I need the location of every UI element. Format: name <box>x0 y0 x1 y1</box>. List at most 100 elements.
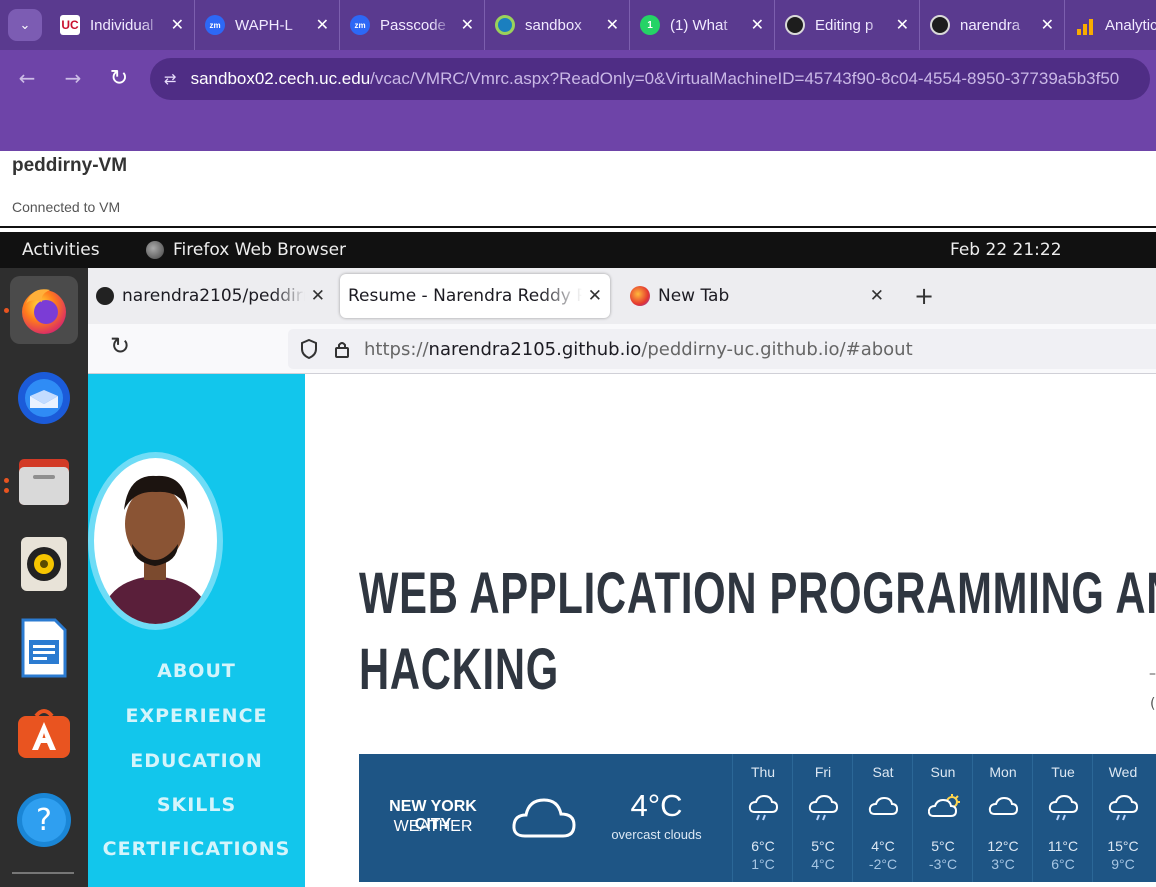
forecast-day: Sat 4°C -2°C <box>852 754 912 882</box>
page-title: WEB APPLICATION PROGRAMMING AND HACKING <box>359 561 1156 702</box>
close-icon[interactable]: ✕ <box>751 15 764 35</box>
thunderbird-icon <box>18 372 70 424</box>
weather-widget: NEW YORK CITY WEATHER 4°C overcast cloud… <box>359 754 1156 882</box>
close-icon[interactable]: ✕ <box>461 15 474 35</box>
zoom-icon: zm <box>350 15 370 35</box>
cloud-icon <box>988 796 1018 815</box>
svg-text:?: ? <box>36 803 52 838</box>
chrome-tab[interactable]: zm WAPH-L ✕ <box>195 0 340 50</box>
reload-icon: ↻ <box>110 332 131 360</box>
chrome-tab[interactable]: 1 (1) What ✕ <box>630 0 775 50</box>
plus-icon: + <box>914 282 935 310</box>
dock-firefox[interactable] <box>10 276 78 344</box>
app-center-icon <box>18 709 70 758</box>
close-icon[interactable]: ✕ <box>311 286 325 306</box>
chrome-tab[interactable]: narendra ✕ <box>920 0 1065 50</box>
chrome-tab[interactable]: Analytic <box>1065 0 1156 50</box>
rain-cloud-icon <box>808 794 838 821</box>
dock-help[interactable]: ? <box>10 786 78 854</box>
resume-main: WEB APPLICATION PROGRAMMING AND HACKING … <box>305 374 1156 887</box>
chrome-tab[interactable]: sandbox ✕ <box>485 0 630 50</box>
clock[interactable]: Feb 22 21:22 <box>950 240 1062 260</box>
cloud-icon <box>512 798 576 838</box>
vm-console[interactable]: Activities Firefox Web Browser Feb 22 21… <box>0 232 1156 887</box>
forward-button[interactable]: → <box>50 58 96 98</box>
sun-cloud-icon <box>928 794 960 817</box>
chrome-tab-strip: ⌄ UC Individual ✕ zm WAPH-L ✕ zm Passcode ✕ sa… <box>0 0 1156 50</box>
site-info-icon[interactable]: ⇄ <box>164 70 177 88</box>
running-indicator <box>4 308 9 313</box>
firefox-nav-bar: ↻ https://narendra2105.github.io/peddirn… <box>88 324 1156 374</box>
close-icon[interactable]: ✕ <box>870 286 884 306</box>
sandbox-icon <box>495 15 515 35</box>
forecast-day: Mon 12°C 3°C <box>972 754 1032 882</box>
nav-about[interactable]: ABOUT <box>88 660 305 682</box>
firefox-icon <box>630 286 650 306</box>
vm-name: peddirny-VM <box>12 155 128 176</box>
firefox-tab[interactable]: New Tab ✕ <box>622 274 892 318</box>
dock-thunderbird[interactable] <box>10 362 78 430</box>
back-button[interactable]: ← <box>4 58 50 98</box>
connection-status: Connected to VM <box>12 199 121 215</box>
clipped-glyph: – <box>1149 666 1156 682</box>
arrow-left-icon: ← <box>18 66 36 90</box>
close-icon[interactable]: ✕ <box>316 15 329 35</box>
chrome-infobar-area <box>0 106 1156 151</box>
firefox-window: narendra2105/peddirny-uc.github.io ✕ Res… <box>88 268 1156 887</box>
close-icon[interactable]: ✕ <box>1041 15 1054 35</box>
shield-icon[interactable] <box>300 339 318 359</box>
chrome-toolbar: ← → ↻ ⇄ sandbox02.cech.uc.edu/vcac/VMRC/… <box>0 50 1156 106</box>
clipped-glyph: ( <box>1150 696 1156 712</box>
dock-rhythmbox[interactable] <box>10 530 78 598</box>
github-icon <box>785 15 805 35</box>
dock-app-center[interactable] <box>10 698 78 766</box>
reload-button[interactable]: ↻ <box>110 332 130 360</box>
dock-writer[interactable] <box>10 614 78 682</box>
chrome-tab[interactable]: Editing p ✕ <box>775 0 920 50</box>
new-tab-button[interactable]: + <box>914 282 934 310</box>
vmrc-header: peddirny-VM Connected to VM <box>0 151 1156 228</box>
reload-button[interactable]: ↻ <box>96 58 142 98</box>
github-icon <box>930 15 950 35</box>
close-icon[interactable]: ✕ <box>171 15 184 35</box>
dock-files[interactable] <box>10 448 78 516</box>
rain-cloud-icon <box>748 794 778 821</box>
url-bar[interactable]: https://narendra2105.github.io/peddirny-… <box>288 329 1156 369</box>
focused-app-menu[interactable]: Firefox Web Browser <box>146 240 346 260</box>
dock-separator <box>12 872 74 874</box>
firefox-tab[interactable]: narendra2105/peddirny-uc.github.io ✕ <box>88 274 333 318</box>
arrow-right-icon: → <box>64 66 82 90</box>
chrome-tab[interactable]: UC Individual ✕ <box>50 0 195 50</box>
forecast-day: Fri 5°C 4°C <box>792 754 852 882</box>
chrome-tab[interactable]: zm Passcode ✕ <box>340 0 485 50</box>
weather-label: WEATHER <box>393 818 473 835</box>
nav-education[interactable]: EDUCATION <box>88 750 305 772</box>
nav-experience[interactable]: EXPERIENCE <box>88 705 305 727</box>
firefox-icon <box>22 289 66 334</box>
forecast-day: Thu 6°C 1°C <box>732 754 792 882</box>
firefox-icon <box>146 241 164 259</box>
rain-cloud-icon <box>1048 794 1078 821</box>
nav-skills[interactable]: SKILLS <box>88 794 305 816</box>
firefox-tab-strip: narendra2105/peddirny-uc.github.io ✕ Res… <box>88 268 1156 324</box>
activities-button[interactable]: Activities <box>22 240 100 260</box>
gnome-top-bar: Activities Firefox Web Browser Feb 22 21… <box>0 232 1156 268</box>
forecast-day: Tue 11°C 6°C <box>1032 754 1092 882</box>
address-bar[interactable]: ⇄ sandbox02.cech.uc.edu/vcac/VMRC/Vmrc.a… <box>150 58 1150 100</box>
tab-search-button[interactable]: ⌄ <box>8 9 42 41</box>
close-icon[interactable]: ✕ <box>896 15 909 35</box>
running-indicator <box>4 478 9 483</box>
forecast-day: Sun 5°C -3°C <box>912 754 972 882</box>
writer-icon <box>21 618 67 678</box>
profile-photo <box>88 452 223 630</box>
forecast-day: Wed 15°C 9°C <box>1092 754 1152 882</box>
lock-icon[interactable] <box>334 340 350 358</box>
close-icon[interactable]: ✕ <box>606 15 619 35</box>
files-icon <box>19 459 69 505</box>
chevron-down-icon: ⌄ <box>19 17 31 33</box>
nav-certifications[interactable]: CERTIFICATIONS <box>88 838 305 860</box>
firefox-tab-active[interactable]: Resume - Narendra Reddy Peddireddy ✕ <box>340 274 610 318</box>
resume-sidebar: ABOUT EXPERIENCE EDUCATION SKILLS CERTIF… <box>88 374 305 887</box>
close-icon[interactable]: ✕ <box>588 286 602 306</box>
help-icon: ? <box>17 793 71 847</box>
